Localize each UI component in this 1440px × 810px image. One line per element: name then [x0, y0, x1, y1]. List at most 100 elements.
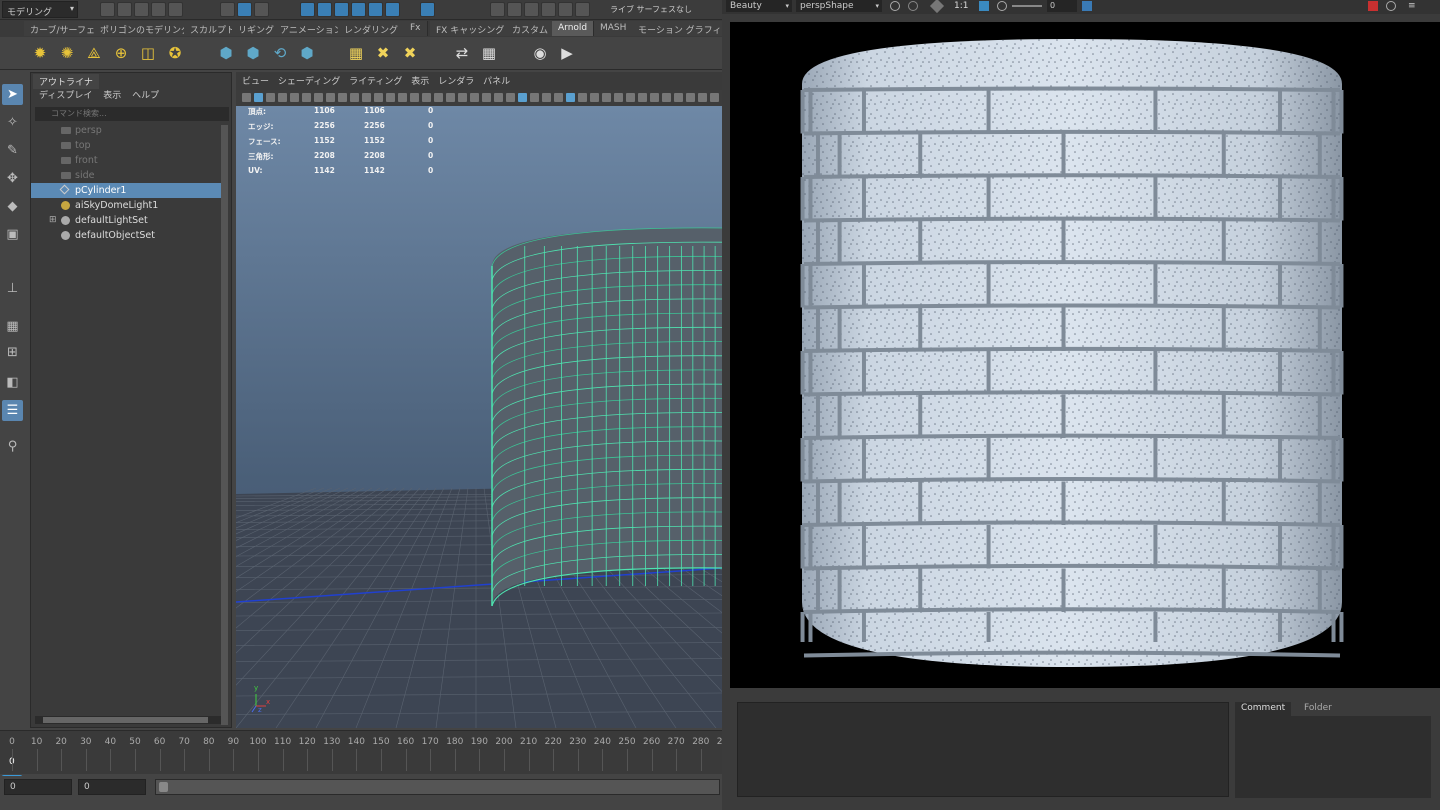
area-light-icon[interactable]: ✹ — [30, 43, 50, 63]
viewport-tool-icon[interactable] — [434, 93, 443, 102]
menu-show[interactable]: 表示 — [103, 91, 121, 101]
viewport-tool-icon[interactable] — [530, 93, 539, 102]
quad-light-icon[interactable]: ◫ — [138, 43, 158, 63]
snap-grid-icon[interactable] — [300, 2, 315, 17]
camera-select[interactable]: perspShape ▾ — [796, 0, 882, 12]
render-settings-icon[interactable] — [541, 2, 556, 17]
viewport-3d-view[interactable]: yxz 頂点: 1106 1106 0 エッジ: 2256 2256 0 フェース: 1152 11… — [236, 106, 722, 728]
flush-cache-icon[interactable]: ▦ — [479, 43, 499, 63]
viewport-tool-icon[interactable] — [470, 93, 479, 102]
two-pane-icon[interactable]: ◧ — [2, 372, 23, 393]
snap-surface-icon[interactable] — [368, 2, 383, 17]
paint-select-icon[interactable]: ✎ — [2, 140, 23, 161]
viewport-tool-icon[interactable] — [518, 93, 527, 102]
range-start-field[interactable]: 0 — [78, 779, 146, 795]
comment-panel[interactable] — [1235, 716, 1431, 798]
select-component-icon[interactable] — [254, 2, 269, 17]
range-slider[interactable] — [155, 779, 720, 795]
outliner-tab[interactable]: アウトライナ — [33, 74, 99, 89]
start-frame-field[interactable]: 0 — [4, 779, 72, 795]
stop-render-icon[interactable] — [1368, 1, 1378, 11]
select-tool-icon[interactable]: ➤ — [2, 84, 23, 105]
outliner-vertical-scrollbar[interactable] — [221, 125, 228, 725]
tab-folder[interactable]: Folder — [1298, 702, 1338, 716]
outliner-item-aiskydomelight1[interactable]: aiSkyDomeLight1 — [31, 198, 221, 213]
menu-view[interactable]: ビュー — [242, 77, 269, 87]
outliner-layout-icon[interactable]: ☰ — [2, 400, 23, 421]
rotate-tool-icon[interactable]: ◆ — [2, 196, 23, 217]
aov-select[interactable]: Beauty ▾ — [726, 0, 792, 12]
outliner-item-front[interactable]: front — [31, 153, 221, 168]
construction-history-icon[interactable] — [490, 2, 505, 17]
zoom-ratio-label[interactable]: 1:1 — [954, 0, 968, 12]
viewport-tool-icon[interactable] — [554, 93, 563, 102]
render-frame-icon[interactable] — [507, 2, 522, 17]
viewport-tool-icon[interactable] — [506, 93, 515, 102]
redo-icon[interactable] — [168, 2, 183, 17]
viewport-tool-icon[interactable] — [494, 93, 503, 102]
viewport-tool-icon[interactable] — [578, 93, 587, 102]
volume-icon[interactable]: ⬢ — [243, 43, 263, 63]
display-settings-icon[interactable] — [979, 1, 989, 11]
viewport-tool-icon[interactable] — [266, 93, 275, 102]
single-perspective-icon[interactable]: ▦ — [2, 316, 23, 337]
viewport-tool-icon[interactable] — [626, 93, 635, 102]
tab-shelf-10[interactable]: MASH — [594, 21, 634, 36]
exposure-field[interactable]: 0 — [1047, 0, 1077, 12]
outliner-item-top[interactable]: top — [31, 138, 221, 153]
viewport-tool-icon[interactable] — [254, 93, 263, 102]
viewport-tool-icon[interactable] — [290, 93, 299, 102]
outliner-search-input[interactable]: コマンド検索... — [35, 107, 229, 121]
move-tool-icon[interactable]: ✥ — [2, 168, 23, 189]
refresh-icon[interactable] — [890, 1, 900, 11]
checker-remove-icon[interactable]: ✖ — [400, 43, 420, 63]
snap-view-icon[interactable] — [351, 2, 366, 17]
menu-set-select[interactable]: モデリング ▾ — [2, 1, 78, 18]
viewport-tool-icon[interactable] — [602, 93, 611, 102]
dome-light-icon[interactable]: ⊕ — [111, 43, 131, 63]
viewport-tool-icon[interactable] — [674, 93, 683, 102]
menu-renderer[interactable]: レンダラ — [438, 77, 474, 87]
viewport-tool-icon[interactable] — [458, 93, 467, 102]
viewport-tool-icon[interactable] — [710, 93, 719, 102]
snap-point-icon[interactable] — [334, 2, 349, 17]
mesh-icon[interactable]: ⬢ — [297, 43, 317, 63]
outliner-item-pcylinder1[interactable]: pCylinder1 — [31, 183, 221, 198]
snap-vertex-icon[interactable] — [385, 2, 400, 17]
viewport-tool-icon[interactable] — [302, 93, 311, 102]
viewport-tool-icon[interactable] — [650, 93, 659, 102]
viewport-tool-icon[interactable] — [398, 93, 407, 102]
render-icon[interactable]: ▶ — [557, 43, 577, 63]
tab-shelf-5[interactable]: レンダリング — [338, 21, 406, 36]
viewport-tool-icon[interactable] — [350, 93, 359, 102]
viewport-tool-icon[interactable] — [662, 93, 671, 102]
scale-tool-icon[interactable]: ▣ — [2, 224, 23, 245]
viewport-tool-icon[interactable] — [386, 93, 395, 102]
expand-icon[interactable]: ⊞ — [49, 213, 57, 228]
photometric-light-icon[interactable]: ✪ — [165, 43, 185, 63]
render-image[interactable] — [730, 22, 1440, 688]
render-setup-icon[interactable] — [575, 2, 590, 17]
menu-icon[interactable]: ≡ — [1408, 1, 1418, 11]
tab-shelf-7[interactable]: FX キャッシング — [430, 21, 512, 36]
viewport-tool-icon[interactable] — [278, 93, 287, 102]
tab-shelf-11[interactable]: モーション グラフィックス — [632, 21, 722, 36]
exposure-icon[interactable] — [997, 1, 1007, 11]
ipr-refresh-icon[interactable] — [1386, 1, 1396, 11]
viewport-tool-icon[interactable] — [410, 93, 419, 102]
scroll-thumb[interactable] — [43, 717, 208, 723]
viewport-tool-icon[interactable] — [314, 93, 323, 102]
menu-show[interactable]: 表示 — [411, 77, 429, 87]
ipr-render-icon[interactable] — [524, 2, 539, 17]
viewport-tool-icon[interactable] — [638, 93, 647, 102]
lasso-tool-icon[interactable]: ✧ — [2, 112, 23, 133]
viewport-scene[interactable]: yxz — [236, 106, 722, 728]
hypershade-icon[interactable] — [558, 2, 573, 17]
outliner-horizontal-scrollbar[interactable] — [35, 716, 221, 724]
viewport-tool-icon[interactable] — [566, 93, 575, 102]
curve-icon[interactable]: ⟲ — [270, 43, 290, 63]
select-object-icon[interactable] — [237, 2, 252, 17]
open-scene-icon[interactable] — [117, 2, 132, 17]
outliner-item-side[interactable]: side — [31, 168, 221, 183]
render-view-icon[interactable]: ◉ — [530, 43, 550, 63]
